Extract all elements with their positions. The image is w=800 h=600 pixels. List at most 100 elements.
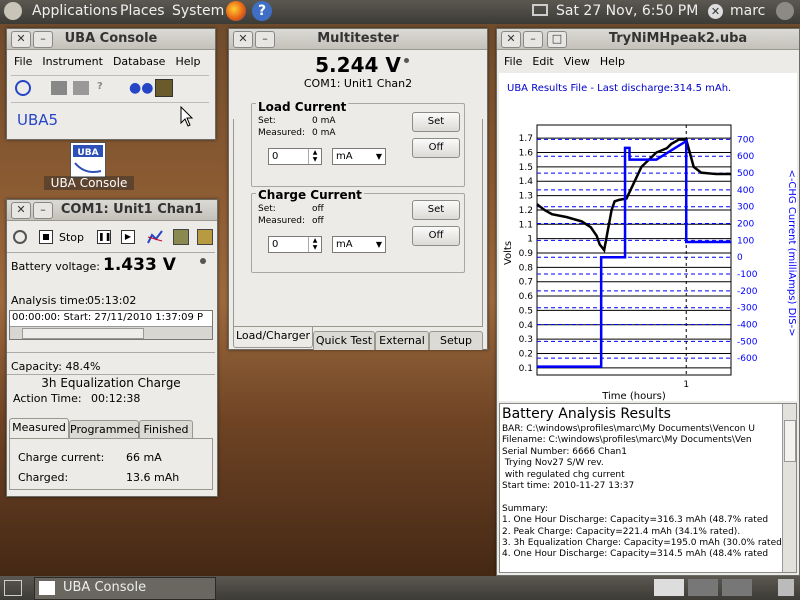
log-list[interactable]: 00:00:00: Start: 27/11/2010 1:37:09 P [9,310,213,340]
results-line: Trying Nov27 S/W rev. [502,458,604,469]
horizontal-scrollbar[interactable] [10,326,212,339]
phase-label: 3h Equalization Charge [41,376,181,390]
y2-axis-label: <-CHG Current (milliAmps) DIS-> [786,169,797,336]
power-icon[interactable] [776,2,794,20]
plot-frame [536,124,732,376]
chart-icon[interactable] [147,229,163,245]
menu-database[interactable]: Database [113,55,166,68]
results-line: 3. 3h Equalization Charge: Capacity=195.… [502,538,782,549]
multitester-titlebar[interactable]: ✕ – Multitester [229,29,487,50]
clock[interactable]: Sat 27 Nov, 6:50 PM [556,3,698,19]
unit-window-titlebar[interactable]: ✕ – COM1: Unit1 Chan1 [7,200,217,221]
query-icon[interactable]: ? [97,81,115,95]
charged-label: Charged: [18,471,69,484]
tab-measured[interactable]: Measured [9,418,69,439]
menu-view[interactable]: View [564,55,590,68]
menu-help[interactable]: Help [600,55,625,68]
show-desktop-icon[interactable] [4,580,22,596]
tab-quick-test[interactable]: Quick Test [313,331,375,350]
refresh-icon[interactable] [13,230,27,244]
menu-edit[interactable]: Edit [532,55,553,68]
y-tick-label: 1.7 [519,134,533,144]
voltage-current-chart[interactable]: UBA Results File - Last discharge:314.5 … [499,73,797,402]
next-icon[interactable]: ▶ [121,230,135,244]
toolbar: ? ●● [11,75,209,103]
workspace-3-icon[interactable] [722,579,752,596]
report-icon[interactable] [197,229,213,245]
y-tick-label: 1.4 [519,177,534,187]
tab-external[interactable]: External [375,331,429,350]
workspace-2-icon[interactable] [688,579,718,596]
firefox-icon[interactable] [226,1,246,21]
stop-icon[interactable] [39,230,53,244]
bottom-panel: UBA Console [0,576,800,600]
tab-finished[interactable]: Finished [139,420,193,439]
y2-tick-label: -400 [737,321,758,331]
battery-voltage-value: 1.433 V [103,255,176,275]
results-line [502,492,782,503]
chart-icon[interactable] [155,79,173,97]
menu-file[interactable]: File [14,55,32,68]
pause-icon[interactable]: ❚❚ [97,230,111,244]
menu-help[interactable]: Help [175,55,200,68]
unit-toolbar: Stop ❚❚ ▶ [11,228,213,250]
y2-tick-label: 400 [737,186,754,196]
window-title: Multitester [317,31,399,46]
stop-label[interactable]: Stop [59,231,84,244]
tab-programmed[interactable]: Programmed [69,420,141,439]
taskbar-button[interactable]: UBA Console [34,577,216,600]
desktop-icon-label: UBA Console [44,176,134,190]
menu-places[interactable]: Places [120,3,165,19]
analysis-time-label: Analysis time: [11,294,89,307]
multitester-window: ✕ – Multitester 5.244 V COM1: Unit1 Chan… [228,28,488,350]
help-icon[interactable]: ? [252,1,272,21]
y2-tick-label: 0 [737,253,743,263]
y2-tick-label: 500 [737,169,754,179]
settings-icon[interactable] [173,229,189,245]
uba-console-desktop-icon[interactable]: UBA [70,142,106,178]
window-title: UBA Console [64,31,158,46]
menu-file[interactable]: File [504,55,522,68]
plot-window: ✕ – □ TryNiMHpeak2.uba File Edit View Help … [496,28,800,576]
power-icon[interactable] [15,80,31,96]
y-tick-label: 1.3 [519,192,533,202]
y2-tick-label: 200 [737,220,754,230]
tab-setup[interactable]: Setup [429,331,483,350]
connect-icon[interactable]: ●● [129,80,153,96]
menu-system[interactable]: System [172,3,224,19]
uba-console-titlebar[interactable]: ✕ – UBA Console [7,29,215,50]
y2-tick-label: -600 [737,354,758,364]
edit-icon[interactable] [73,81,89,95]
vertical-scrollbar[interactable] [782,404,796,572]
close-icon[interactable]: ✕ [501,31,521,48]
results-line: 1. One Hour Discharge: Capacity=316.3 mA… [502,515,769,526]
workspace-1-icon[interactable] [654,579,684,596]
ubuntu-logo-icon[interactable] [4,2,22,20]
svg-text:UBA: UBA [77,148,98,158]
charge-current-value: 66 mA [126,451,162,464]
y2-tick-label: -100 [737,270,758,280]
tab-load-charger[interactable]: Load/Charger [233,327,313,348]
minimize-icon[interactable]: – [523,31,543,48]
eraser-icon[interactable] [51,81,67,95]
menu-applications[interactable]: Applications [32,3,118,19]
trash-icon[interactable] [778,579,794,596]
results-panel: Battery Analysis Results BAR: C:\windows… [499,403,797,573]
results-line: 2. Peak Charge: Capacity=221.4 mAh (34.1… [502,526,741,537]
y2-tick-label: 100 [737,236,754,246]
menu-instrument[interactable]: Instrument [42,55,103,68]
y-tick-label: 1.5 [519,163,533,173]
user-name[interactable]: marc [730,3,765,19]
log-entry[interactable]: 00:00:00: Start: 27/11/2010 1:37:09 P [12,312,203,323]
monitor-icon[interactable] [532,4,548,16]
plot-window-titlebar[interactable]: ✕ – □ TryNiMHpeak2.uba [497,29,799,50]
battery-voltage-label: Battery voltage: [11,260,101,273]
y-tick-label: 1.6 [519,149,534,159]
y-tick-label: 0.9 [519,249,534,259]
uba-logo-icon: UBA [73,145,103,173]
x-axis-label: Time (hours) [601,391,666,401]
results-line: Summary: [502,503,548,514]
uba-logo-icon [39,581,55,595]
close-icon[interactable]: ✕ [11,202,31,219]
analysis-time-value: 05:13:02 [87,294,137,307]
